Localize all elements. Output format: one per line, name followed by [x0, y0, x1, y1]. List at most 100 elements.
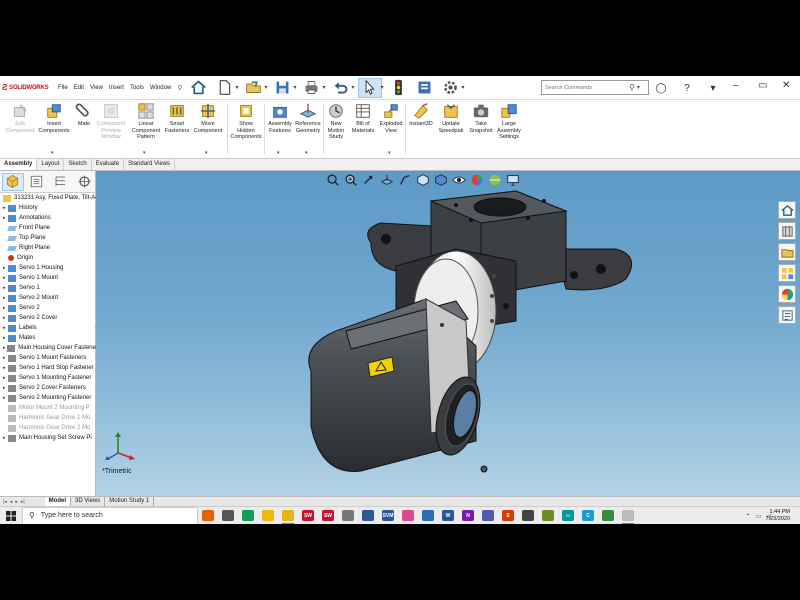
- tab-evaluate[interactable]: Evaluate: [92, 159, 125, 170]
- tab-layout[interactable]: Layout: [37, 159, 65, 170]
- user-icon[interactable]: ◯: [653, 80, 669, 96]
- taskbar-app-button[interactable]: [218, 507, 238, 525]
- help-dropdown-caret[interactable]: ▾: [705, 80, 721, 96]
- menu-tools[interactable]: Tools: [130, 85, 144, 91]
- graphics-area[interactable]: *Trimetric: [96, 171, 800, 501]
- taskbar-app-button[interactable]: [598, 507, 618, 525]
- tree-item[interactable]: ▸ Servo 2: [0, 303, 96, 313]
- maximize-icon[interactable]: ▭: [758, 80, 767, 91]
- tree-item[interactable]: ▸ Servo 2 Mount: [0, 293, 96, 303]
- tree-item[interactable]: ▸ Servo 1 Mount: [0, 273, 96, 283]
- tab-nav-first-icon[interactable]: |◂: [3, 499, 7, 505]
- assembly-model-render[interactable]: [96, 171, 800, 501]
- taskbar-app-button[interactable]: [478, 507, 498, 525]
- new-document-button[interactable]: [212, 78, 236, 98]
- solidworks-logo[interactable]: Ƨ SOLIDWORKS: [2, 83, 58, 92]
- options-button[interactable]: [439, 78, 463, 98]
- tree-item[interactable]: ▸ Servo 2 Cover Fasteners: [0, 383, 96, 393]
- undo-dropdown-caret[interactable]: ▾: [352, 84, 355, 91]
- menu-file[interactable]: File: [58, 85, 68, 91]
- tree-item[interactable]: ▸ Labels: [0, 323, 96, 333]
- taskbar-app-button[interactable]: [398, 507, 418, 525]
- tray-chevron-icon[interactable]: ⌃: [746, 513, 751, 520]
- custom-properties-button[interactable]: [778, 306, 796, 324]
- taskbar-app-button[interactable]: [198, 507, 218, 525]
- reference-geometry-dropdown[interactable]: ▾: [305, 150, 308, 156]
- rebuild-button[interactable]: [387, 78, 411, 98]
- minimize-icon[interactable]: –: [733, 80, 739, 91]
- tree-item[interactable]: ▸ Annotations: [0, 213, 96, 223]
- search-commands-input[interactable]: [545, 84, 629, 91]
- tab-feature-tree[interactable]: [2, 172, 24, 191]
- tab-dimxpert-manager[interactable]: [73, 173, 95, 191]
- close-icon[interactable]: ✕: [782, 80, 790, 91]
- tab-property-manager[interactable]: [26, 173, 48, 191]
- exploded-view-dropdown[interactable]: ▾: [388, 150, 391, 156]
- appearances-button[interactable]: [778, 285, 796, 303]
- insert-components-dropdown[interactable]: ▾: [51, 150, 54, 156]
- open-dropdown-caret[interactable]: ▾: [264, 84, 267, 91]
- tree-item[interactable]: Origin: [0, 253, 96, 263]
- task-pane-home-button[interactable]: [778, 201, 796, 219]
- tree-item[interactable]: Right Plane: [0, 243, 96, 253]
- tree-item[interactable]: ▸ Servo 1 Mounting Fastener: [0, 373, 96, 383]
- tab-3d-views[interactable]: 3D Views: [71, 497, 106, 506]
- tab-standard-views[interactable]: Standard Views: [124, 159, 175, 170]
- network-icon[interactable]: ▭: [756, 513, 762, 520]
- view-palette-button[interactable]: [778, 264, 796, 282]
- select-dropdown-caret[interactable]: ▾: [381, 84, 384, 91]
- tree-item[interactable]: Front Plane: [0, 223, 96, 233]
- component-preview-window-button[interactable]: Component Preview Window: [91, 102, 131, 141]
- print-button[interactable]: [299, 78, 323, 98]
- tree-item[interactable]: ▸ Main Housing Set Screw Pi: [0, 433, 96, 443]
- menu-insert[interactable]: Insert: [109, 85, 124, 91]
- tab-sketch[interactable]: Sketch: [64, 159, 92, 170]
- tree-item[interactable]: ▸ Mates: [0, 333, 96, 343]
- taskbar-app-button[interactable]: [358, 507, 378, 525]
- tree-item[interactable]: Harmonic Gear Drive 2 Mo: [0, 423, 96, 433]
- tab-nav-prev-icon[interactable]: ◂: [10, 499, 13, 505]
- taskbar-clock[interactable]: 1:44 PM 7/23/2020: [766, 509, 790, 523]
- taskbar-app-button[interactable]: [538, 507, 558, 525]
- assembly-features-dropdown[interactable]: ▾: [277, 150, 280, 156]
- save-button[interactable]: [270, 78, 294, 98]
- tree-item[interactable]: ▸ History: [0, 203, 96, 213]
- large-assembly-settings-button[interactable]: Large Assembly Settings: [489, 102, 529, 141]
- home-button[interactable]: [186, 78, 210, 98]
- tree-item[interactable]: ▸ Servo 2 Cover: [0, 313, 96, 323]
- design-library-button[interactable]: [778, 222, 796, 240]
- taskbar-app-button[interactable]: [278, 507, 298, 524]
- taskbar-search-box[interactable]: ⚲ Type here to search: [22, 506, 198, 524]
- tab-nav-last-icon[interactable]: ▸|: [21, 499, 25, 505]
- move-component-dropdown[interactable]: ▾: [205, 150, 208, 156]
- tree-item[interactable]: ▸ Servo 1 Mount Fasteners: [0, 353, 96, 363]
- taskbar-app-button[interactable]: SW: [298, 507, 318, 525]
- print-dropdown-caret[interactable]: ▾: [322, 84, 325, 91]
- tab-nav-next-icon[interactable]: ▸: [15, 499, 18, 505]
- taskbar-app-button[interactable]: [518, 507, 538, 525]
- menu-edit[interactable]: Edit: [74, 85, 84, 91]
- tab-assembly[interactable]: Assembly: [0, 159, 38, 170]
- taskbar-app-button[interactable]: SW: [318, 507, 338, 525]
- taskbar-app-button[interactable]: S: [498, 507, 518, 525]
- search-icon[interactable]: ⚲: [629, 83, 635, 92]
- taskbar-app-button[interactable]: W: [438, 507, 458, 525]
- new-dropdown-caret[interactable]: ▾: [235, 84, 238, 91]
- taskbar-app-button[interactable]: C: [578, 507, 598, 525]
- pin-icon[interactable]: ⚲: [177, 84, 182, 92]
- taskbar-app-button[interactable]: [618, 507, 638, 524]
- taskbar-app-button[interactable]: ∞: [558, 507, 578, 525]
- tree-item[interactable]: 313231 Asy, Fixed Plate, Tilt-A-: [0, 193, 96, 203]
- file-explorer-button[interactable]: [778, 243, 796, 261]
- tree-item[interactable]: Top Plane: [0, 233, 96, 243]
- menu-view[interactable]: View: [90, 85, 103, 91]
- taskbar-app-button[interactable]: N: [458, 507, 478, 525]
- linear-pattern-dropdown[interactable]: ▾: [143, 150, 146, 156]
- select-button[interactable]: [357, 77, 382, 98]
- tree-item[interactable]: Motor Mount 2 Mounting P: [0, 403, 96, 413]
- taskbar-app-button[interactable]: [258, 507, 278, 525]
- undo-button[interactable]: [329, 78, 353, 98]
- file-properties-button[interactable]: [413, 78, 437, 98]
- taskbar-app-button[interactable]: SVM: [378, 507, 398, 525]
- tree-item[interactable]: Harmonic Gear Drive 1 Mo: [0, 413, 96, 423]
